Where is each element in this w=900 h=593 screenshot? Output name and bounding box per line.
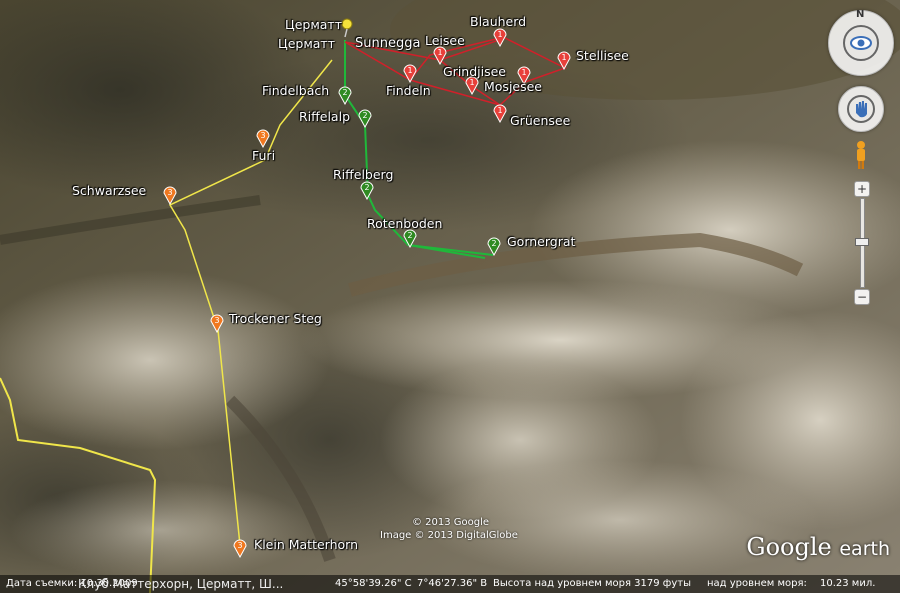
- pin-furi[interactable]: 3: [256, 128, 270, 148]
- svg-text:3: 3: [214, 316, 219, 325]
- svg-text:1: 1: [497, 30, 502, 39]
- svg-text:3: 3: [260, 131, 265, 140]
- svg-text:3: 3: [167, 188, 172, 197]
- label-schwarzsee[interactable]: Schwarzsee: [72, 184, 146, 198]
- svg-text:2: 2: [407, 231, 412, 240]
- eye-altitude-label: над уровнем моря:: [707, 578, 807, 589]
- svg-text:1: 1: [521, 68, 526, 77]
- label-stellisee[interactable]: Stellisee: [576, 49, 629, 63]
- street-view-pegman-icon[interactable]: [853, 140, 869, 170]
- label-grindjisee[interactable]: Grindjisee: [443, 65, 506, 79]
- pin-gruensee[interactable]: 1: [493, 103, 507, 123]
- yellow-pushpin-icon[interactable]: [340, 18, 354, 38]
- satellite-terrain: [0, 0, 900, 593]
- copyright-google: © 2013 Google: [412, 517, 490, 528]
- label-zermatt[interactable]: Церматт: [278, 37, 335, 51]
- svg-text:1: 1: [561, 53, 566, 62]
- elevation-readout: Высота над уровнем моря 3179 футы: [493, 578, 691, 589]
- label-blauherd[interactable]: Blauherd: [470, 15, 526, 29]
- move-control[interactable]: [838, 86, 884, 132]
- status-bar: Дата съемки: 10.30.2009 Клуб Маттерхорн,…: [0, 575, 900, 593]
- label-furi[interactable]: Furi: [252, 149, 275, 163]
- look-control[interactable]: N: [828, 9, 894, 76]
- svg-text:2: 2: [491, 239, 496, 248]
- pin-gornergrat[interactable]: 2: [487, 236, 501, 256]
- svg-text:1: 1: [469, 78, 474, 87]
- zoom-slider-handle[interactable]: [855, 238, 869, 246]
- svg-text:2: 2: [362, 111, 367, 120]
- zoom-out-button[interactable]: −: [854, 289, 870, 305]
- pin-leisee[interactable]: 1: [433, 45, 447, 65]
- label-gornergrat[interactable]: Gornergrat: [507, 235, 575, 249]
- pin-rotenboden[interactable]: 2: [403, 228, 417, 248]
- label-rotenboden[interactable]: Rotenboden: [367, 217, 442, 231]
- label-zermatt-top[interactable]: Церматт: [285, 18, 342, 32]
- pin-findeln[interactable]: 1: [403, 63, 417, 83]
- pin-findelbach[interactable]: 2: [338, 85, 352, 105]
- feature-title: Клуб Маттерхорн, Церматт, Ш...: [78, 577, 284, 591]
- north-indicator[interactable]: N: [856, 9, 864, 20]
- label-trockener-steg[interactable]: Trockener Steg: [229, 312, 322, 326]
- label-mosjesee[interactable]: Mosjesee: [484, 80, 542, 94]
- label-gruensee[interactable]: Grüensee: [510, 114, 570, 128]
- pin-riffelalp[interactable]: 2: [358, 108, 372, 128]
- pin-trockener-steg[interactable]: 3: [210, 313, 224, 333]
- label-riffelalp[interactable]: Riffelalp: [299, 110, 350, 124]
- svg-text:1: 1: [407, 66, 412, 75]
- longitude-readout: 7°46'27.36" В: [417, 578, 488, 589]
- svg-text:2: 2: [364, 183, 369, 192]
- svg-text:1: 1: [497, 106, 502, 115]
- label-leisee[interactable]: Leisee: [425, 34, 465, 48]
- label-klein-matterhorn[interactable]: Klein Matterhorn: [254, 538, 358, 552]
- google-earth-logo: Google earth: [746, 533, 890, 561]
- pin-blauherd[interactable]: 1: [493, 27, 507, 47]
- svg-text:2: 2: [342, 88, 347, 97]
- svg-text:3: 3: [237, 541, 242, 550]
- pin-schwarzsee[interactable]: 3: [163, 185, 177, 205]
- label-findelbach[interactable]: Findelbach: [262, 84, 329, 98]
- eye-altitude-readout: 10.23 мил.: [820, 578, 876, 589]
- pin-klein-matterhorn[interactable]: 3: [233, 538, 247, 558]
- pin-stellisee[interactable]: 1: [557, 50, 571, 70]
- hand-icon: [847, 95, 875, 123]
- copyright-imagery: Image © 2013 DigitalGlobe: [380, 530, 518, 541]
- eye-icon: [843, 25, 879, 61]
- label-sunnegga[interactable]: Sunnegga: [355, 37, 420, 51]
- pin-riffelberg[interactable]: 2: [360, 180, 374, 200]
- label-findeln[interactable]: Findeln: [386, 84, 431, 98]
- zoom-in-button[interactable]: +: [854, 181, 870, 197]
- svg-text:1: 1: [437, 48, 442, 57]
- map-view[interactable]: 1 1 1 1 1 1 1 2 2 2 2 2 3 3 3 3 Церматт …: [0, 0, 900, 593]
- latitude-readout: 45°58'39.26" С: [335, 578, 412, 589]
- label-riffelberg[interactable]: Riffelberg: [333, 168, 393, 182]
